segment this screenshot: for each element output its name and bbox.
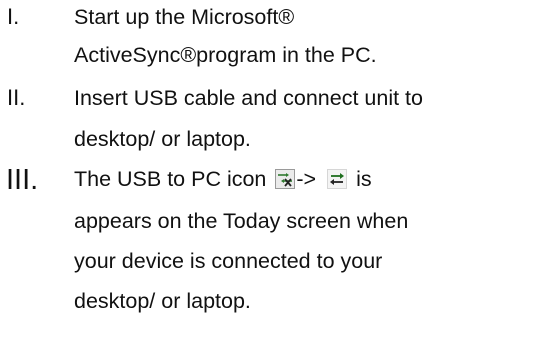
step-3-line-2: appears on the Today screen when	[74, 209, 409, 233]
step-2-numeral: II.	[7, 85, 26, 110]
step-3-text-before-icon: The USB to PC icon	[74, 167, 267, 191]
usb-connected-icon	[327, 169, 348, 189]
step-3-line-3: your device is connected to your	[74, 249, 383, 273]
step-3-numeral: III.	[6, 164, 39, 196]
step-3-text-after-icon: is	[356, 167, 372, 191]
step-3-line-1: The USB to PC icon -> is	[74, 164, 372, 194]
step-2-line-1: Insert USB cable and connect unit to	[74, 86, 423, 110]
step-1-line-1: Start up the Microsoft®	[74, 5, 295, 29]
usb-disconnected-icon	[275, 169, 296, 189]
step-2-line-2: desktop/ or laptop.	[74, 127, 251, 151]
step-1-line-2: ActiveSync®program in the PC.	[74, 43, 377, 67]
step-1-numeral: I.	[7, 4, 20, 29]
step-3-line-4: desktop/ or laptop.	[74, 289, 251, 313]
step-3-arrow-text: ->	[296, 167, 317, 191]
